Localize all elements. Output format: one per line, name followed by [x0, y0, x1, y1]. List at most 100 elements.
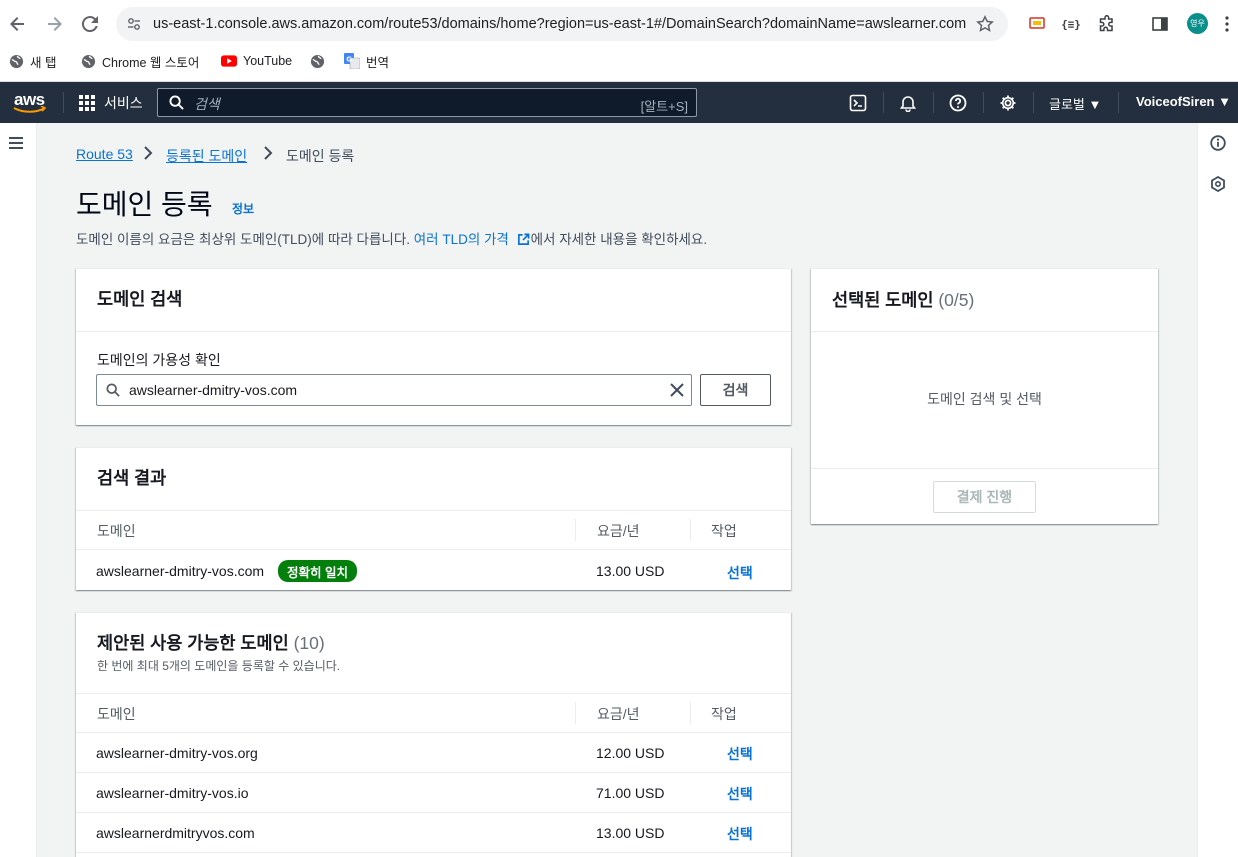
- search-button[interactable]: 검색: [700, 374, 771, 406]
- divider: [76, 331, 791, 332]
- breadcrumb-chevron-icon: [143, 145, 153, 166]
- suggested-domain-name: awslearner-dmitry-vos.org: [96, 745, 258, 761]
- address-bar[interactable]: us-east-1.console.aws.amazon.com/route53…: [116, 7, 1008, 41]
- extensions-puzzle-icon[interactable]: [1095, 12, 1119, 36]
- tld-pricing-link[interactable]: 여러 TLD의 가격: [414, 232, 509, 247]
- exact-match-badge: 정확히 일치: [278, 560, 357, 582]
- search-icon: [106, 383, 120, 402]
- select-domain-button[interactable]: 선택: [727, 824, 753, 844]
- divider: [76, 510, 791, 511]
- header-divider: [933, 92, 934, 113]
- empty-selection-text: 도메인 검색 및 선택: [927, 391, 1042, 407]
- side-panel-icon[interactable]: [1148, 12, 1172, 36]
- settings-gear-icon[interactable]: [997, 92, 1019, 114]
- bookmark-youtube[interactable]: YouTube: [221, 52, 292, 70]
- site-settings-icon[interactable]: [126, 16, 142, 37]
- divider: [76, 693, 791, 694]
- breadcrumb-chevron-icon: [263, 145, 273, 166]
- forward-arrow-icon[interactable]: [42, 12, 66, 36]
- bookmark-new-tab[interactable]: 새 탭: [8, 52, 56, 70]
- column-header-price[interactable]: 요금/년: [597, 704, 640, 724]
- hamburger-menu-icon[interactable]: [9, 136, 25, 155]
- globe-icon: [309, 53, 325, 69]
- breadcrumb-route53[interactable]: Route 53: [76, 146, 133, 162]
- account-menu[interactable]: VoiceofSiren ▼: [1136, 94, 1231, 109]
- right-tools-rail: [1197, 123, 1238, 857]
- column-separator: [690, 702, 691, 724]
- domain-availability-label: 도메인의 가용성 확인: [97, 352, 221, 368]
- result-domain-name: awslearner-dmitry-vos.com: [96, 563, 265, 579]
- globe-icon: [8, 53, 24, 69]
- divider: [76, 732, 791, 733]
- divider: [76, 549, 791, 550]
- resources-hexagon-icon[interactable]: [1210, 175, 1226, 197]
- notifications-bell-icon[interactable]: [897, 92, 919, 114]
- breadcrumb-registered-domains[interactable]: 등록된 도메인: [166, 146, 247, 166]
- menu-kebab-icon[interactable]: [1220, 12, 1234, 36]
- info-panel-icon[interactable]: [1210, 135, 1226, 156]
- cloudshell-icon[interactable]: [847, 92, 869, 114]
- column-header-domain[interactable]: 도메인: [97, 704, 136, 724]
- domain-search-field[interactable]: [96, 374, 692, 406]
- browser-toolbar: us-east-1.console.aws.amazon.com/route53…: [0, 0, 1238, 82]
- select-domain-button[interactable]: 선택: [727, 563, 753, 583]
- divider: [811, 331, 1158, 332]
- column-header-action: 작업: [711, 523, 737, 539]
- aws-logo[interactable]: aws: [12, 90, 48, 114]
- services-menu-button[interactable]: 서비스: [78, 92, 143, 114]
- select-domain-button[interactable]: 선택: [727, 744, 753, 764]
- bookmark-translate[interactable]: G 번역: [344, 52, 389, 70]
- header-divider: [1118, 92, 1119, 113]
- select-domain-button[interactable]: 선택: [727, 784, 753, 804]
- suggested-count: (10): [293, 633, 325, 653]
- left-navigation-rail: [0, 123, 37, 857]
- column-separator: [690, 519, 691, 541]
- breadcrumb-current-page: 도메인 등록: [286, 148, 355, 164]
- region-selector[interactable]: 글로벌 ▼: [1049, 94, 1101, 113]
- divider: [76, 852, 791, 853]
- column-header-price[interactable]: 요금/년: [597, 521, 640, 541]
- help-icon[interactable]: [947, 92, 969, 114]
- suggested-domain-name: awslearnerdmitryvos.com: [96, 825, 255, 841]
- proceed-to-checkout-button[interactable]: 결제 진행: [933, 481, 1036, 513]
- suggested-domains-heading: 제안된 사용 가능한 도메인 (10): [97, 633, 325, 653]
- suggested-price: 71.00 USD: [596, 785, 665, 801]
- page-description: 도메인 이름의 요금은 최상위 도메인(TLD)에 따라 다릅니다. 여러 TL…: [76, 232, 708, 247]
- reload-icon[interactable]: [78, 12, 102, 36]
- clear-input-icon[interactable]: [670, 383, 684, 402]
- extension-cast-icon[interactable]: [1025, 12, 1049, 36]
- domain-search-heading: 도메인 검색: [97, 289, 183, 309]
- header-divider: [63, 92, 64, 113]
- search-icon: [169, 95, 184, 115]
- selected-count: (0/5): [938, 290, 975, 310]
- column-header-action: 작업: [711, 706, 737, 722]
- profile-avatar[interactable]: 영우: [1187, 13, 1208, 34]
- svg-text:G: G: [346, 56, 352, 64]
- info-link[interactable]: 정보: [232, 200, 254, 217]
- selected-domains-heading: 선택된 도메인 (0/5): [832, 290, 975, 310]
- bookmark-star-icon[interactable]: [976, 15, 994, 38]
- domain-search-input[interactable]: [129, 381, 649, 399]
- back-arrow-icon[interactable]: [6, 12, 30, 36]
- suggested-price: 12.00 USD: [596, 745, 665, 761]
- column-header-domain[interactable]: 도메인: [97, 521, 136, 541]
- external-link-icon: [517, 233, 530, 245]
- extension-json-icon[interactable]: {≡}: [1059, 12, 1083, 36]
- aws-search-input[interactable]: 검색 [알트+S]: [157, 88, 697, 117]
- bookmark-unnamed[interactable]: [309, 52, 331, 70]
- url-text[interactable]: us-east-1.console.aws.amazon.com/route53…: [153, 16, 966, 32]
- search-shortcut-hint: [알트+S]: [640, 99, 688, 114]
- result-price: 13.00 USD: [596, 563, 665, 579]
- aws-console-header: aws 서비스 검색 [알트+S] 글로벌 ▼ VoiceofSiren ▼: [0, 82, 1238, 123]
- grid-icon: [79, 95, 95, 111]
- search-results-heading: 검색 결과: [97, 468, 167, 488]
- suggested-price: 13.00 USD: [596, 825, 665, 841]
- divider: [76, 772, 791, 773]
- page-title: 도메인 등록: [76, 189, 213, 220]
- column-separator: [575, 519, 576, 541]
- header-divider: [983, 92, 984, 113]
- divider: [76, 812, 791, 813]
- bookmark-chrome-web-store[interactable]: Chrome 웹 스토어: [80, 52, 199, 70]
- header-divider: [883, 92, 884, 113]
- header-divider: [1033, 92, 1034, 113]
